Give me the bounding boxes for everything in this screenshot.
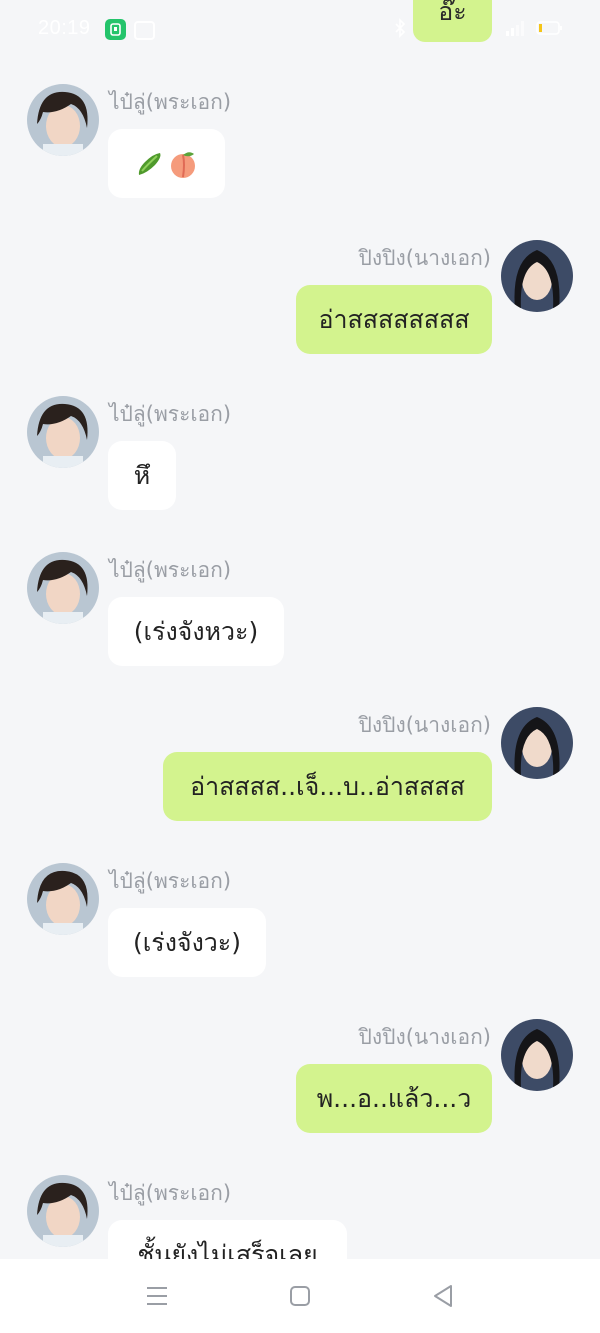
message-bubble[interactable]: (เร่งจังหวะ) [108,597,284,666]
sender-name: ปิงปิง(นางเอก) [358,246,491,270]
sender-name: ไป๋ลู่(พระเอก) [109,402,232,426]
sender-name: ไป๋ลู่(พระเอก) [109,90,232,114]
avatar-bing-bing[interactable] [501,240,573,312]
avatar-bing-bing[interactable] [501,1019,573,1091]
menu-icon [147,1287,167,1305]
avatar-bai-lu[interactable] [27,552,99,624]
cucumber-emoji [138,152,160,175]
message-bubble[interactable] [108,129,225,198]
status-time: 20:19 [38,17,91,39]
sender-name: ปิงปิง(นางเอก) [358,713,491,737]
avatar-bai-lu[interactable] [27,863,99,935]
message-bubble[interactable]: อ่าสสสส..เจ็...บ..อ่าสสสส [163,752,492,821]
avatar-bing-bing[interactable] [501,707,573,779]
message-bubble[interactable]: อ่าสสสสสสสส [296,285,492,354]
message-text: (เร่งจังหวะ) [133,616,259,646]
home-square-icon [290,1286,310,1306]
notification-app-icon [105,19,126,40]
message-text: พ...อ..แล้ว...ว [316,1083,472,1113]
signal-icon [506,21,524,36]
home-button[interactable] [285,1281,315,1311]
sender-name: ไป๋ลู่(พระเอก) [109,558,232,582]
message-text: อ๊ะ [438,0,467,26]
status-bar: 20:19 [0,0,600,58]
message-text: อ่าสสสสสสสส [318,304,470,334]
avatar-bai-lu[interactable] [27,396,99,468]
sender-name: ไป๋ลู่(พระเอก) [109,1181,232,1205]
avatar-bai-lu[interactable] [27,84,99,156]
message-text: อ่าสสสส..เจ็...บ..อ่าสสสส [190,771,465,801]
system-navigation-bar [0,1259,600,1333]
sender-name: ไป๋ลู่(พระเอก) [109,869,232,893]
message-bubble[interactable]: พ...อ..แล้ว...ว [296,1064,492,1133]
clipped-message-bubble: อ๊ะ [413,0,492,42]
message-text: หึ [133,460,151,490]
sender-name: ปิงปิง(นางเอก) [358,1025,491,1049]
avatar-bai-lu[interactable] [27,1175,99,1247]
bluetooth-icon [395,18,406,38]
peach-emoji [170,151,195,178]
battery-icon [536,21,562,35]
menu-button[interactable] [142,1281,172,1311]
message-bubble[interactable]: (เร่งจังวะ) [108,908,266,977]
message-text: (เร่งจังวะ) [132,927,241,957]
back-triangle-icon [434,1285,452,1307]
notification-message-icon [134,21,155,40]
message-bubble[interactable]: หึ [108,441,176,510]
back-button[interactable] [428,1281,458,1311]
